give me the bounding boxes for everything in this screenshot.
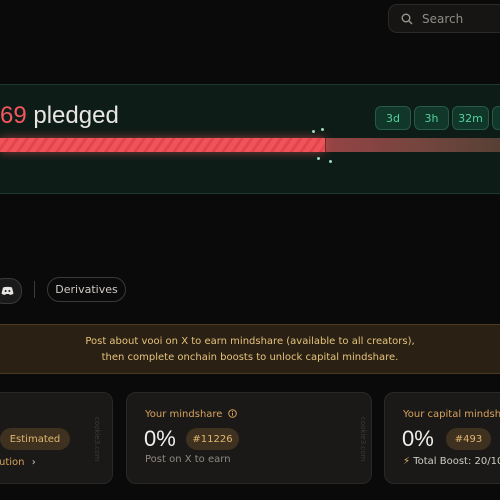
pledge-progress-fill (0, 138, 325, 152)
mindshare-card: Your mindshare 0% #11226 Post on X to ea… (126, 392, 372, 484)
card-watermark: cookie3.com (359, 417, 367, 462)
total-boost-text: Total Boost: 20/10 (413, 456, 500, 467)
capital-mindshare-label: Your capital mindsha (403, 409, 500, 420)
discord-icon (1, 286, 13, 295)
mindshare-label-text: Your mindshare (145, 409, 223, 420)
pledged-label: pledged (33, 102, 119, 129)
total-boost: ⚡ Total Boost: 20/10 (403, 456, 500, 467)
mindshare-hint: Post on X to earn (145, 454, 231, 465)
notice-line-2: then complete onchain boosts to unlock c… (101, 352, 399, 363)
discord-button[interactable] (0, 278, 22, 304)
time-filter-more[interactable] (492, 106, 500, 130)
search-placeholder: Search (422, 11, 464, 26)
time-filter-3h[interactable]: 3h (414, 106, 449, 130)
capital-mindshare-card: Your capital mindsha 0% #493 ⚡ Total Boo… (384, 392, 500, 484)
estimated-badge: Estimated (0, 428, 70, 450)
info-icon[interactable] (227, 409, 237, 418)
time-filter-3d[interactable]: 3d (375, 106, 411, 130)
pledged-number: 69 (0, 102, 27, 129)
progress-spark (321, 128, 324, 131)
category-chip-derivatives[interactable]: Derivatives (47, 277, 126, 302)
progress-spark (317, 157, 320, 160)
progress-spark (329, 160, 332, 163)
capital-mindshare-value: 0% (402, 426, 434, 451)
pledge-progress-remaining (326, 138, 500, 152)
lightning-icon: ⚡ (403, 456, 411, 467)
mindshare-notice: Post about vooi on X to earn mindshare (… (0, 324, 500, 374)
contribution-link-label: ution (0, 457, 25, 468)
pledged-amount: 69 pledged (0, 102, 119, 130)
contribution-link[interactable]: ution › (0, 457, 36, 468)
notice-line-1: Post about vooi on X to earn mindshare (… (85, 336, 415, 347)
mindshare-label: Your mindshare (145, 409, 237, 420)
search-box[interactable]: Search (388, 4, 500, 33)
mindshare-rank: #11226 (186, 428, 239, 450)
search-icon (401, 13, 413, 24)
mindshare-value: 0% (144, 426, 176, 451)
social-divider (34, 281, 35, 298)
progress-spark (312, 130, 315, 133)
contribution-card: Estimated ution › cookie3.com (0, 392, 113, 484)
time-filter-32m[interactable]: 32m (452, 106, 489, 130)
card-watermark: cookie3.com (93, 417, 101, 462)
chevron-right-icon: › (31, 457, 36, 468)
capital-mindshare-rank: #493 (446, 428, 491, 450)
